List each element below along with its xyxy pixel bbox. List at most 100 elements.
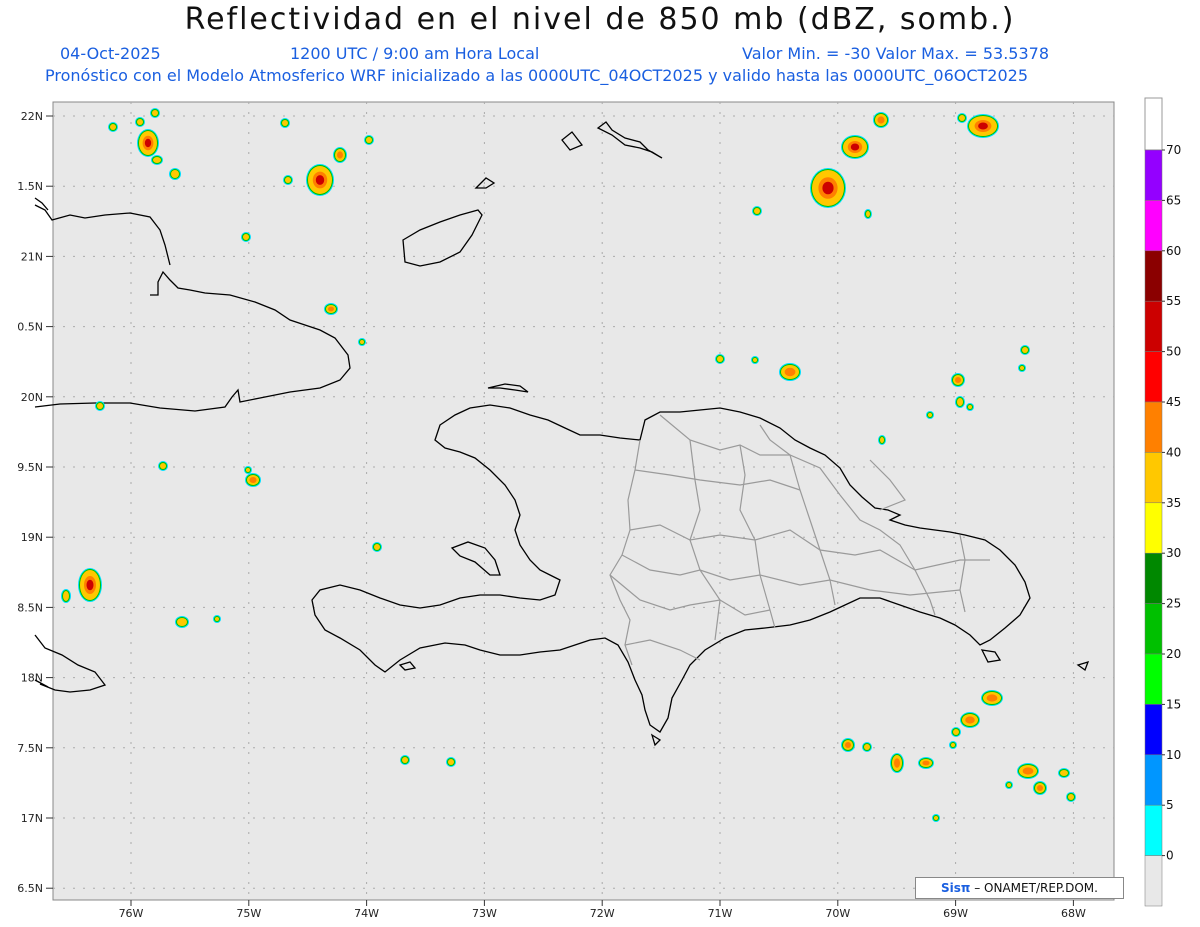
colorbar-label: 20 [1166,647,1181,661]
lat-label: 9.5N [17,461,43,474]
colorbar-swatch [1144,704,1163,756]
reflectivity-cell [86,579,94,591]
reflectivity-cell [877,116,885,124]
colorbar-label: 70 [1166,143,1181,157]
lon-label: 69W [943,907,968,920]
reflectivity-cell [110,124,116,130]
colorbar-swatch [1144,300,1163,352]
reflectivity-cell [955,377,961,383]
colorbar-swatch [1144,149,1163,201]
colorbar-swatch [1144,502,1163,554]
reflectivity-cell [986,694,998,702]
lat-label: 0.5N [17,321,43,334]
colorbar-label: 35 [1166,496,1181,510]
colorbar-label: 40 [1166,445,1181,459]
reflectivity-cell [366,137,372,143]
lon-label: 76W [119,907,144,920]
reflectivity-cell [822,181,834,195]
colorbar-swatch [1144,452,1163,504]
reflectivity-cell [1022,767,1034,775]
reflectivity-cell [953,729,959,735]
credit-box: Sisπ – ONAMET/REP.DOM. [915,877,1124,899]
colorbar-swatch [1144,250,1163,302]
lat-label: 7.5N [17,742,43,755]
reflectivity-cell [968,405,972,409]
reflectivity-cell [866,211,870,217]
lat-label: 8.5N [17,601,43,614]
colorbar-label: 15 [1166,697,1181,711]
reflectivity-cell [951,743,955,747]
reflectivity-cell [1060,770,1068,776]
lat-label: 6.5N [17,882,43,895]
reflectivity-cell [243,234,249,240]
colorbar-label: 10 [1166,748,1181,762]
colorbar-swatch [1144,754,1163,806]
colorbar-label: 65 [1166,193,1181,207]
map-canvas: 22N1.5N21N0.5N20N9.5N19N8.5N18N7.5N17N6.… [17,97,1181,920]
colorbar-label: 55 [1166,294,1181,308]
reflectivity-cell [402,757,408,763]
lat-label: 22N [21,110,43,123]
colorbar-swatch [1144,351,1163,403]
colorbar-swatch [1144,552,1163,604]
colorbar-label: 25 [1166,597,1181,611]
map-background [53,102,1114,900]
colorbar-label: 0 [1166,849,1174,863]
reflectivity-cell [894,758,900,768]
reflectivity-cell [171,170,179,178]
colorbar: 7065605550454035302520151050 [1144,97,1181,907]
reflectivity-cell [959,115,965,121]
sispi-logo: Sisπ [941,881,971,895]
latitude-labels: 22N1.5N21N0.5N20N9.5N19N8.5N18N7.5N17N6.… [17,110,53,895]
reflectivity-cell [315,175,325,185]
lon-label: 70W [825,907,850,920]
reflectivity-cell [965,716,975,724]
reflectivity-cell [978,122,988,130]
reflectivity-cell [97,403,103,409]
reflectivity-cell [850,143,860,151]
reflectivity-cell [845,742,851,748]
reflectivity-cell [753,358,757,362]
reflectivity-cell [137,119,143,125]
reflectivity-cell [1020,366,1024,370]
reflectivity-cell [152,110,158,116]
lat-label: 1.5N [17,180,43,193]
reflectivity-cell [249,477,257,483]
reflectivity-cell [337,151,343,159]
reflectivity-cell [144,138,152,148]
reflectivity-cell [922,760,930,766]
lat-label: 20N [21,391,43,404]
colorbar-top [1144,97,1163,151]
reflectivity-cell [153,157,161,163]
reflectivity-cell [754,208,760,214]
colorbar-label: 30 [1166,546,1181,560]
reflectivity-cell [1022,347,1028,353]
lon-label: 75W [236,907,261,920]
reflectivity-cell [957,398,963,406]
reflectivity-cell [63,591,69,601]
reflectivity-cell [448,759,454,765]
longitude-labels: 76W 75W 74W 73W 72W 71W 70W 69W 68W [119,900,1086,920]
reflectivity-cell [1037,785,1043,791]
lon-label: 72W [590,907,615,920]
credit-text: – ONAMET/REP.DOM. [970,881,1098,895]
colorbar-label: 60 [1166,244,1181,258]
reflectivity-cell [374,544,380,550]
colorbar-swatch [1144,653,1163,705]
colorbar-label: 50 [1166,345,1181,359]
lon-label: 68W [1061,907,1086,920]
reflectivity-cell [864,744,870,750]
reflectivity-cell [282,120,288,126]
reflectivity-cell [160,463,166,469]
colorbar-swatch [1144,603,1163,655]
colorbar-label: 5 [1166,798,1174,812]
reflectivity-cell [934,816,938,820]
reflectivity-cell [784,367,796,377]
reflectivity-cell [880,437,884,443]
reflectivity-cell [360,340,364,344]
reflectivity-cell [1068,794,1074,800]
reflectivity-cell [177,618,187,626]
reflectivity-cell [928,413,932,417]
colorbar-swatch [1144,804,1163,856]
lat-label: 17N [21,812,43,825]
